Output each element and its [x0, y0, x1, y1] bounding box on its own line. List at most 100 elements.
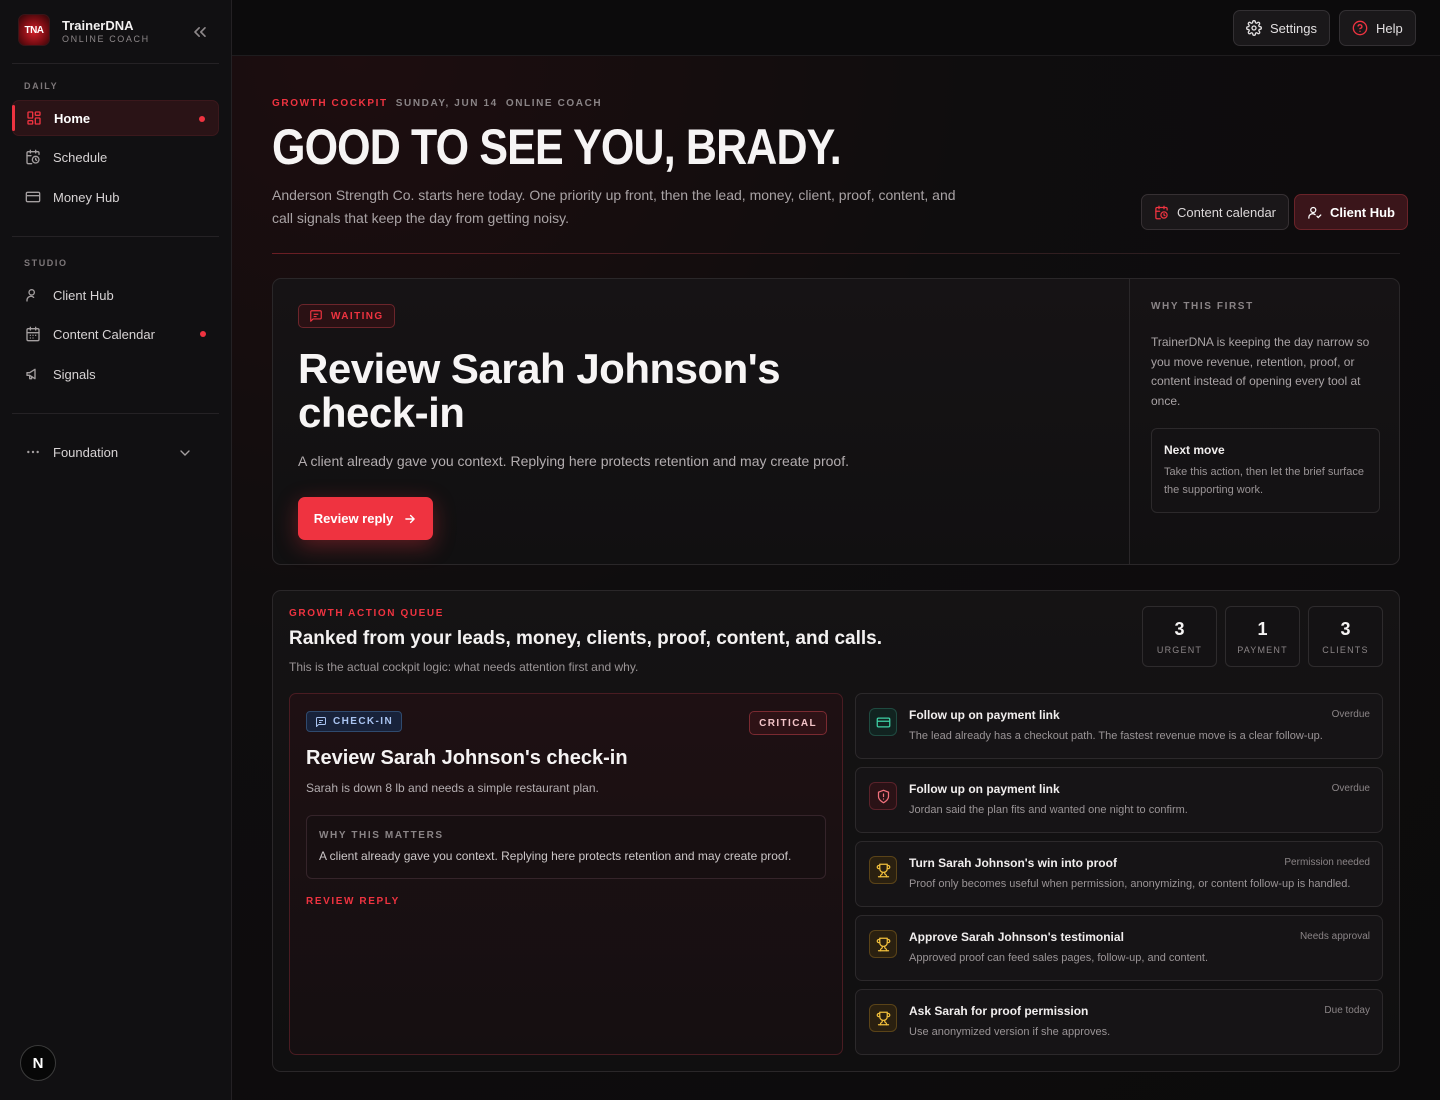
gear-icon	[1246, 20, 1262, 36]
task-status: Permission needed	[1284, 857, 1370, 868]
featured-check-in-card[interactable]: CHECK-IN CRITICAL Review Sarah Johnson's…	[289, 693, 843, 1055]
sidebar-item-label: Content Calendar	[53, 326, 155, 342]
arrow-right-icon	[405, 514, 416, 523]
hero-eyebrow: GROWTH COCKPIT SUNDAY, JUN 14 ONLINE COACH	[272, 98, 610, 109]
settings-button[interactable]: Settings	[1233, 10, 1330, 46]
task-description: Approved proof can feed sales pages, fol…	[909, 952, 1209, 964]
calendar-icon	[26, 326, 40, 342]
sidebar-item-label: Foundation	[53, 444, 119, 460]
content-calendar-label: Content calendar	[1177, 204, 1277, 220]
settings-label: Settings	[1270, 20, 1317, 36]
sidebar-item-signals[interactable]: Signals	[12, 356, 219, 392]
task-item[interactable]: Follow up on payment link The lead alrea…	[855, 693, 1383, 759]
featured-description: Sarah is down 8 lb and needs a simple re…	[306, 781, 599, 795]
hero-divider	[272, 253, 1400, 254]
avatar[interactable]: N	[20, 1045, 56, 1081]
calendar-clock-icon	[1155, 205, 1168, 219]
priority-description: A client already gave you context. Reply…	[298, 453, 849, 469]
trophy-icon	[869, 1004, 897, 1032]
brand-name: TrainerDNA	[62, 18, 134, 33]
collapse-sidebar-icon[interactable]	[190, 22, 210, 42]
card-icon	[869, 708, 897, 736]
sidebar-item-home[interactable]: Home	[12, 100, 219, 136]
next-move-text: Take this action, then let the brief sur…	[1164, 466, 1364, 496]
sidebar-divider	[12, 63, 219, 64]
help-circle-icon	[1352, 20, 1368, 36]
task-status: Overdue	[1331, 709, 1370, 720]
notification-dot	[199, 116, 205, 122]
why-this-matters-box: WHY THIS MATTERS A client already gave y…	[306, 815, 826, 879]
task-item[interactable]: Ask Sarah for proof permission Use anony…	[855, 989, 1383, 1055]
page-title: GOOD TO SEE YOU, BRADY.	[272, 119, 842, 175]
hero-description: Anderson Strength Co. starts here today.…	[272, 187, 956, 226]
queue-subtitle: This is the actual cockpit logic: what n…	[289, 660, 639, 674]
more-dots-icon	[27, 450, 39, 454]
credit-card-icon	[25, 191, 41, 203]
stat-payment: 1 PAYMENT	[1225, 606, 1300, 667]
task-title: Follow up on payment link	[909, 708, 1060, 722]
stat-value: 1	[1257, 619, 1268, 639]
why-this-matters-text: A client already gave you context. Reply…	[319, 849, 792, 863]
task-item[interactable]: Follow up on payment link Jordan said th…	[855, 767, 1383, 833]
review-reply-link[interactable]: REVIEW REPLY	[306, 896, 400, 907]
stat-urgent: 3 URGENT	[1142, 606, 1217, 667]
brand[interactable]: TNA TrainerDNA ONLINE COACH	[18, 14, 218, 50]
review-reply-button[interactable]: Review reply	[298, 497, 433, 540]
sidebar-item-label: Home	[54, 110, 91, 126]
featured-title: Review Sarah Johnson's check-in	[306, 747, 628, 769]
critical-badge: CRITICAL	[749, 711, 827, 735]
section-label-studio: STUDIO	[24, 258, 68, 268]
priority-card: WAITING Review Sarah Johnson's check-in …	[272, 278, 1400, 565]
content-calendar-button[interactable]: Content calendar	[1141, 194, 1290, 230]
task-status: Needs approval	[1299, 931, 1370, 942]
priority-title: Review Sarah Johnson's check-in	[298, 345, 781, 436]
grid-icon	[27, 111, 41, 125]
why-this-matters-label: WHY THIS MATTERS	[319, 830, 444, 841]
why-this-first-text: TrainerDNA is keeping the day narrow so …	[1151, 335, 1370, 408]
sidebar-item-label: Money Hub	[53, 189, 120, 205]
task-description: Use anonymized version if she approves.	[909, 1026, 1111, 1038]
stat-label: CLIENTS	[1322, 645, 1369, 655]
queue-label: GROWTH ACTION QUEUE	[289, 608, 445, 619]
next-move-box: Next move Take this action, then let the…	[1151, 428, 1380, 513]
eyebrow-section: GROWTH COCKPIT	[272, 98, 388, 109]
stat-value: 3	[1340, 619, 1351, 639]
growth-action-queue: GROWTH ACTION QUEUE Ranked from your lea…	[272, 590, 1400, 1072]
trophy-icon	[869, 930, 897, 958]
check-in-badge: CHECK-IN	[306, 711, 403, 732]
why-this-first-panel: WHY THIS FIRST TrainerDNA is keeping the…	[1129, 279, 1399, 564]
sidebar-item-client-hub[interactable]: Client Hub	[12, 277, 219, 313]
calendar-clock-icon	[26, 149, 40, 165]
waiting-badge: WAITING	[298, 304, 395, 328]
task-title: Ask Sarah for proof permission	[909, 1004, 1089, 1018]
user-icon	[26, 289, 35, 302]
task-status: Due today	[1324, 1005, 1370, 1016]
sidebar: TNA TrainerDNA ONLINE COACH DAILY Home S…	[0, 0, 232, 1100]
help-label: Help	[1376, 20, 1403, 36]
stat-value: 3	[1174, 619, 1185, 639]
task-description: Jordan said the plan fits and wanted one…	[909, 804, 1188, 816]
shield-icon	[869, 782, 897, 810]
sidebar-item-money-hub[interactable]: Money Hub	[12, 179, 219, 215]
notification-dot	[200, 331, 206, 337]
task-description: The lead already has a checkout path. Th…	[909, 730, 1323, 742]
trophy-icon	[869, 856, 897, 884]
help-button[interactable]: Help	[1339, 10, 1416, 46]
task-status: Overdue	[1331, 783, 1370, 794]
user-icon	[1308, 206, 1322, 219]
sidebar-item-foundation[interactable]: Foundation	[12, 434, 219, 470]
client-hub-button[interactable]: Client Hub	[1294, 194, 1408, 230]
task-description: Proof only becomes useful when permissio…	[909, 878, 1351, 890]
waiting-badge-label: WAITING	[331, 310, 384, 322]
brand-subtitle: ONLINE COACH	[62, 34, 150, 44]
sidebar-item-schedule[interactable]: Schedule	[12, 139, 219, 175]
sidebar-item-label: Client Hub	[53, 287, 114, 303]
chevron-down-icon	[180, 450, 190, 456]
check-in-badge-label: CHECK-IN	[333, 716, 394, 727]
sidebar-item-content-calendar[interactable]: Content Calendar	[12, 316, 219, 352]
why-this-first-label: WHY THIS FIRST	[1151, 301, 1254, 312]
stat-label: PAYMENT	[1237, 645, 1288, 655]
task-item[interactable]: Turn Sarah Johnson's win into proof Proo…	[855, 841, 1383, 907]
task-item[interactable]: Approve Sarah Johnson's testimonial Appr…	[855, 915, 1383, 981]
message-icon	[310, 310, 322, 322]
